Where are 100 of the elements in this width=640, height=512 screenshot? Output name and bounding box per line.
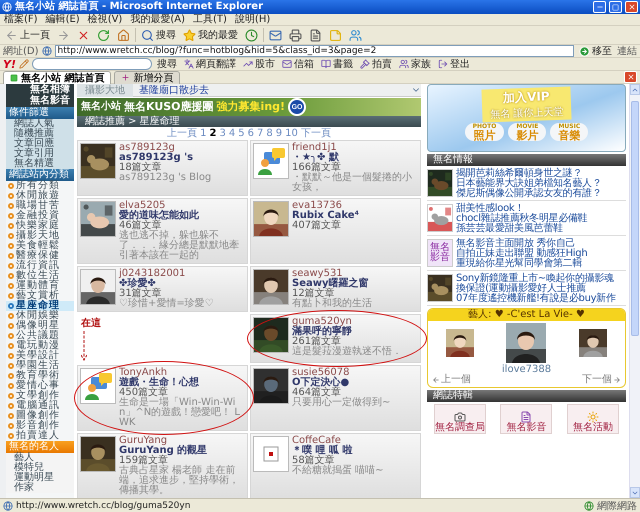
scrollbar[interactable] [629,84,640,498]
page-link[interactable]: 2 [210,128,216,138]
sidebar-item[interactable]: 影音創作 [6,421,74,431]
sidebar-item[interactable]: 拍賣達人 [6,431,74,441]
yahoo-logo[interactable]: Y! [3,58,16,70]
sidebar-item[interactable]: 休閒旅遊 [6,191,74,201]
sidebar-link[interactable]: 無名影音 [30,95,70,106]
toolbar-button[interactable]: 書籤 [318,55,355,73]
toolbar-button[interactable]: 信箱 [280,55,316,73]
search-button[interactable]: 搜尋 [139,26,178,44]
go-button[interactable]: 移至 [577,42,614,60]
address-field[interactable]: http://www.wretch.cc/blog/?func=hotblog&hid=5&class_id=3&page=2 [54,45,574,57]
sidebar-item[interactable]: 休閒娛樂 [6,311,74,321]
prev-link[interactable]: 上一個 [432,375,471,385]
news-link[interactable]: 傑尼斯偶像公開承認女友的有誰？ [456,189,602,199]
new-tab-button[interactable]: 新增分頁 [114,70,180,84]
menu-item[interactable]: 編輯(E) [46,14,80,26]
maximize-button[interactable] [609,1,622,13]
feature-tile[interactable]: 無名調查局 [434,404,486,434]
sidebar-item[interactable]: 圖像創作 [6,411,74,421]
sidebar-item[interactable]: 所有分類 [6,181,74,191]
user-link[interactable]: elva5205 [119,201,245,211]
user-link[interactable]: as789123g [119,143,245,153]
blog-title[interactable]: GuruYang 的觀星 [119,446,245,456]
sidebar-item[interactable]: 文章回應 [6,139,74,149]
close-tab-button[interactable] [624,71,637,83]
blog-title[interactable]: ・★╮✤ 默 [292,153,418,163]
user-link[interactable]: friend1j1 [292,143,418,153]
sidebar-item[interactable]: 流行資訊 [6,261,74,271]
menu-item[interactable]: 說明(H) [234,14,270,26]
minimize-button[interactable] [593,1,606,13]
blog-title[interactable]: ＊噗 哩 呱 啦 [292,446,418,456]
toolbar-button[interactable]: 股市 [240,55,277,73]
sidebar-item[interactable]: 電腦通訊 [6,401,74,411]
sidebar-item[interactable]: 文章引用 [6,149,74,159]
user-link[interactable]: susie56078 [292,368,418,378]
menu-item[interactable]: 我的最愛(A) [130,14,185,26]
sidebar-item[interactable]: 藝文賞析 [6,291,74,301]
news-link[interactable]: 重現給你星光幫同學會第二輯 [456,259,588,269]
news-link[interactable]: 無名影音主面開放 秀你自己 [456,239,588,249]
user-link[interactable]: guma520yn [292,317,418,327]
next-link[interactable]: 下一個 [582,375,621,385]
scroll-thumb[interactable] [631,101,639,336]
blog-title[interactable]: 愛的道味怎能如此 [119,211,245,221]
sidebar-item[interactable]: 星座命理 [6,301,74,311]
artist-name-link[interactable]: ilove7388 [428,365,625,375]
headline-link[interactable]: 基隆廟口散步去 [139,84,405,96]
toolbar-button[interactable]: 網頁翻譯 [182,55,238,73]
news-link[interactable]: Sony新鏡隆重上市~喚起你的攝影魂 [456,274,616,284]
menu-item[interactable]: 檔案(F) [4,14,38,26]
sidebar-item[interactable]: 美食輕鬆 [6,241,74,251]
sidebar-item[interactable]: 愛情心事 [6,381,74,391]
toolbar-button[interactable]: 拍賣 [358,55,394,73]
feature-tile[interactable]: 無名影音 [500,404,552,434]
pencil-icon[interactable] [18,59,29,69]
blog-title[interactable]: O下定決心● [292,378,418,388]
user-link[interactable]: eva13736 [292,201,418,211]
sidebar-item[interactable]: 教育學術 [6,371,74,381]
sidebar-item[interactable]: 偶像明星 [6,321,74,331]
toolbar-button[interactable]: 家族 [396,55,433,73]
blog-title[interactable]: 遊戲・生命！心想 [119,378,245,388]
news-link[interactable]: 自拍正妹走出聯盟 動感狂High [456,249,588,259]
back-button[interactable]: 上一頁 [3,26,52,44]
scroll-up-button[interactable] [630,84,640,95]
news-link[interactable]: 日本藝能界大訣姐弟檔知名藝人？ [456,179,602,189]
sidebar-item[interactable]: 公共議題 [6,331,74,341]
close-button[interactable] [625,1,638,13]
sidebar-item[interactable]: 隨機推薦 [6,129,74,139]
search-field[interactable] [32,58,152,70]
news-link[interactable]: 揭開芭莉絲希爾頓身世之謎？ [456,169,602,179]
menu-item[interactable]: 檢視(V) [88,14,122,26]
feature-tile[interactable]: 無名活動 [566,404,619,434]
news-link[interactable]: 甜美性感look！ [456,204,588,214]
sidebar-item[interactable]: 金融投資 [6,211,74,221]
news-link[interactable]: 07年度遙控機新艦!有說是必buy新作 [456,294,616,304]
news-link[interactable]: chocl雜誌推薦秋冬明星必備鞋 [456,214,588,224]
sidebar-item[interactable]: 美學設計 [6,351,74,361]
user-link[interactable]: GuruYang [119,436,245,446]
blog-title[interactable]: 滿果呼的寧靜 [292,327,418,337]
sidebar-item[interactable]: 醫療保健 [6,251,74,261]
sidebar-item[interactable]: 攝影天地 [6,231,74,241]
user-link[interactable]: j0243182001 [119,269,245,279]
browser-tab[interactable]: 無名小站 網誌首頁 [3,70,112,84]
sidebar-item[interactable]: 職場甘苦 [6,201,74,211]
news-link[interactable]: 換保證(運動攝影愛好人士推薦 [456,284,616,294]
sidebar-item[interactable]: 無名精選 [6,159,74,169]
scroll-down-button[interactable] [630,487,640,498]
sidebar-item[interactable]: 電玩動漫 [6,341,74,351]
favorites-button[interactable]: 我的最愛 [181,26,240,44]
news-link[interactable]: 孫芸芸最愛甜美風芭蕾鞋 [456,224,588,234]
sidebar-item[interactable]: 數位生活 [6,271,74,281]
sidebar-item[interactable]: 運動體育 [6,281,74,291]
sidebar-item[interactable]: 文學創作 [6,391,74,401]
sidebar-item[interactable]: 網誌人氣 [6,119,74,129]
user-link[interactable]: CoffeCafe [292,436,418,446]
blog-title[interactable]: Rubix Cake⁴ [292,211,418,221]
blog-title[interactable]: Seawy曙羅之窗 [292,279,418,289]
menu-item[interactable]: 工具(T) [193,14,227,26]
blog-title[interactable]: ✤珍愛✤ [119,279,245,289]
sidebar-item[interactable]: 快樂家庭 [6,221,74,231]
